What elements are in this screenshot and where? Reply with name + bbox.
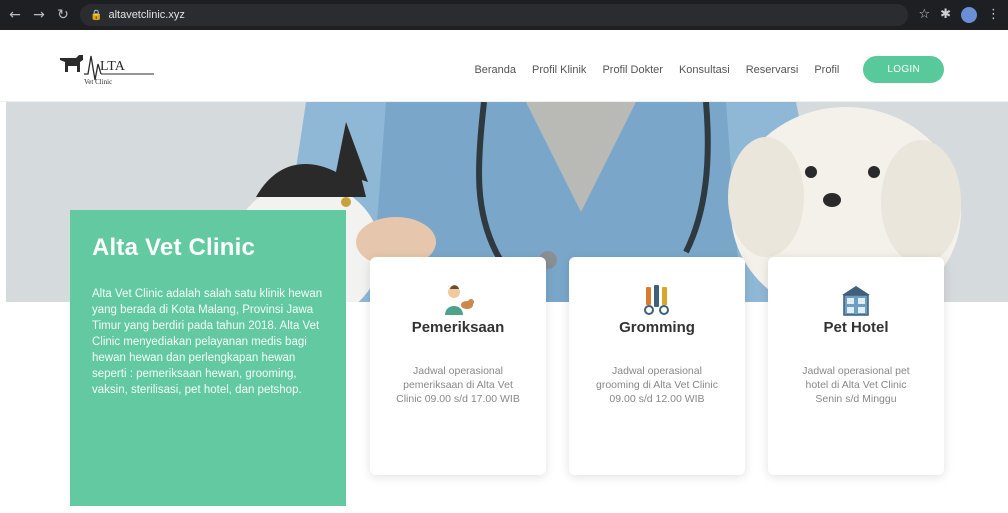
reload-icon[interactable]: ↻	[56, 7, 70, 23]
service-card-gromming[interactable]: Gromming Jadwal operasional grooming di …	[569, 257, 745, 475]
address-bar[interactable]: 🔒 altavetclinic.xyz	[80, 4, 909, 26]
nav-konsultasi[interactable]: Konsultasi	[679, 64, 730, 76]
extensions-icon[interactable]: ✱	[940, 7, 951, 23]
grooming-tools-icon	[640, 283, 674, 317]
main-nav: Beranda Profil Klinik Profil Dokter Kons…	[474, 56, 944, 83]
service-text-gromming: Jadwal operasional grooming di Alta Vet …	[596, 365, 718, 405]
bookmark-star-icon[interactable]: ☆	[918, 7, 930, 23]
nav-profil-dokter[interactable]: Profil Dokter	[602, 64, 663, 76]
service-text-pemeriksaan: Jadwal operasional pemeriksaan di Alta V…	[396, 365, 520, 405]
service-title-gromming: Gromming	[619, 319, 695, 336]
service-text-pet-hotel: Jadwal operasional pet hotel di Alta Vet…	[802, 365, 910, 405]
service-title-pet-hotel: Pet Hotel	[823, 319, 889, 336]
vet-examination-icon	[441, 283, 475, 317]
address-url: altavetclinic.xyz	[108, 9, 185, 21]
service-title-pemeriksaan: Pemeriksaan	[411, 319, 505, 336]
lock-icon: 🔒	[90, 9, 103, 21]
about-card: Alta Vet Clinic Alta Vet Clinic adalah s…	[70, 210, 346, 506]
site-logo[interactable]: LTA Vet Clinic	[58, 50, 168, 86]
site-header: LTA Vet Clinic Beranda Profil Klinik Pro…	[0, 30, 1008, 102]
forward-icon[interactable]: →	[32, 7, 46, 23]
service-card-pet-hotel[interactable]: Pet Hotel Jadwal operasional pet hotel d…	[768, 257, 944, 475]
back-icon[interactable]: ←	[8, 7, 22, 23]
nav-reservarsi[interactable]: Reservarsi	[746, 64, 799, 76]
profile-avatar[interactable]	[961, 7, 977, 23]
login-button[interactable]: LOGIN	[863, 56, 944, 83]
logo-text: LTA	[100, 59, 126, 74]
pet-hotel-icon	[839, 283, 873, 317]
service-card-pemeriksaan[interactable]: Pemeriksaan Jadwal operasional pemeriksa…	[370, 257, 546, 475]
about-description: Alta Vet Clinic adalah salah satu klinik…	[92, 288, 323, 396]
nav-profil[interactable]: Profil	[814, 64, 839, 76]
nav-profil-klinik[interactable]: Profil Klinik	[532, 64, 586, 76]
about-title: Alta Vet Clinic	[92, 234, 256, 261]
menu-kebab-icon[interactable]: ⋮	[987, 7, 1000, 23]
browser-toolbar: ← → ↻ 🔒 altavetclinic.xyz ☆ ✱ ⋮	[0, 0, 1008, 30]
nav-beranda[interactable]: Beranda	[474, 64, 516, 76]
logo-subtext: Vet Clinic	[84, 78, 112, 86]
